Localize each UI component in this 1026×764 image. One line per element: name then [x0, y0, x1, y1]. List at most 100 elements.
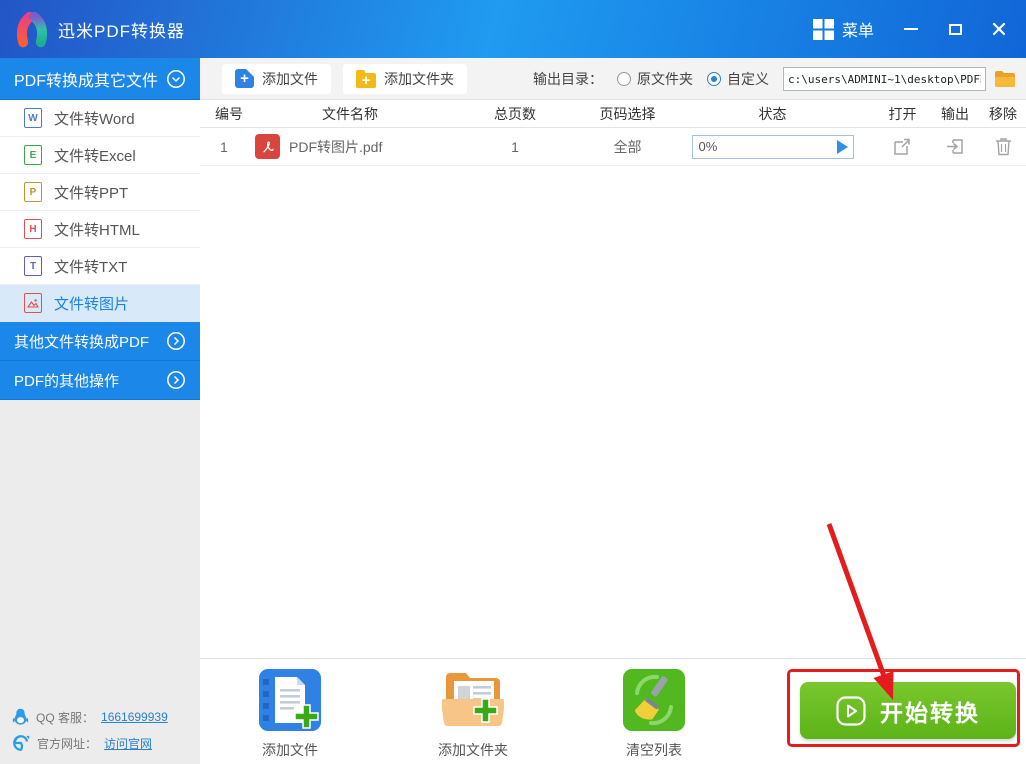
- col-remove: 移除: [989, 105, 1017, 122]
- clear-list-label: 清空列表: [626, 742, 682, 758]
- minimize-icon: [904, 28, 918, 30]
- col-status: 状态: [758, 105, 787, 122]
- sidebar-item-label: 文件转PPT: [54, 184, 129, 202]
- qq-icon: [12, 708, 29, 725]
- sidebar-item-label: 文件转Excel: [54, 147, 136, 165]
- sidebar-item-image[interactable]: 文件转图片: [0, 285, 200, 322]
- maximize-button[interactable]: [946, 20, 964, 38]
- trash-icon: [995, 138, 1011, 156]
- progress-bar: 0%: [691, 134, 854, 159]
- grid-menu-icon: [812, 18, 834, 40]
- export-arrow-icon: [946, 139, 963, 154]
- official-site-label: 官方网址：: [37, 736, 98, 751]
- close-button[interactable]: [990, 20, 1008, 38]
- ppt-file-icon: P: [24, 182, 42, 202]
- play-icon: [836, 695, 866, 726]
- chevron-down-icon: [167, 69, 185, 88]
- radio-custom-icon: [707, 71, 721, 86]
- image-file-icon: [24, 293, 42, 313]
- col-page-select: 页码选择: [599, 105, 656, 122]
- sidebar-section-label: PDF的其他操作: [14, 372, 120, 390]
- sidebar-item-label: 文件转TXT: [54, 258, 128, 276]
- sidebar-contact: QQ 客服： 1661699939 官方网址： 访问官网: [12, 700, 168, 752]
- clear-list-button[interactable]: 清空列表: [599, 669, 709, 760]
- col-pages: 总页数: [494, 105, 536, 122]
- add-file-label: 添加文件: [262, 70, 318, 87]
- sidebar-header-pdf-to-other[interactable]: PDF转换成其它文件: [0, 58, 200, 100]
- output-path-input[interactable]: [783, 66, 986, 91]
- open-external-icon: [894, 138, 910, 155]
- main-panel: + 添加文件 + 添加文件夹 输出目录： 原文件夹 自定义 c:\users\A…: [200, 58, 1026, 764]
- bottom-add-folder-button[interactable]: 添加文件夹: [418, 669, 528, 760]
- add-file-button[interactable]: + 添加文件: [222, 63, 331, 94]
- txt-file-icon: T: [24, 256, 42, 276]
- start-convert-label: 开始转换: [880, 699, 980, 726]
- row-page-select: 全部: [613, 138, 642, 155]
- col-filename: 文件名称: [322, 105, 378, 122]
- bottom-bar: 添加文件 添加文件夹 清空列表 开始转换: [200, 658, 1026, 764]
- add-folder-icon: +: [356, 69, 376, 88]
- app-window: 迅米PDF转换器 菜单 PDF转换成其它文件 W 文件转Word E 文件转Ex…: [0, 0, 1026, 764]
- sidebar-item-label: 文件转图片: [54, 295, 130, 313]
- open-file-button[interactable]: [875, 137, 930, 156]
- pdf-file-icon: [255, 134, 280, 159]
- folder-icon: [995, 70, 1015, 87]
- row-start-icon[interactable]: [836, 139, 848, 154]
- sidebar-item-label: 文件转HTML: [54, 221, 140, 239]
- menu-label: 菜单: [841, 23, 874, 40]
- qq-support-row: QQ 客服： 1661699939: [12, 708, 168, 726]
- visit-site-link[interactable]: 访问官网: [104, 735, 152, 752]
- clear-list-big-icon: [623, 669, 685, 731]
- close-icon: [992, 22, 1006, 36]
- radio-original-folder[interactable]: 原文件夹: [617, 69, 693, 89]
- window-controls: [902, 20, 1008, 38]
- qq-number-link[interactable]: 1661699939: [101, 710, 168, 724]
- sidebar-item-word[interactable]: W 文件转Word: [0, 100, 200, 137]
- sidebar-item-html[interactable]: H 文件转HTML: [0, 211, 200, 248]
- row-filename: PDF转图片.pdf: [289, 138, 383, 155]
- add-folder-big-icon: [441, 673, 505, 727]
- sidebar-section-pdf-other-ops[interactable]: PDF的其他操作: [0, 361, 200, 400]
- chevron-right-icon: [167, 332, 185, 350]
- toolbar: + 添加文件 + 添加文件夹 输出目录： 原文件夹 自定义: [200, 58, 1026, 100]
- sidebar-section-label: 其他文件转换成PDF: [14, 333, 150, 351]
- add-folder-button[interactable]: + 添加文件夹: [343, 63, 467, 94]
- menu-button[interactable]: 菜单: [812, 17, 874, 41]
- sidebar-item-excel[interactable]: E 文件转Excel: [0, 137, 200, 174]
- minimize-button[interactable]: [902, 20, 920, 38]
- row-status-cell: 0%: [670, 134, 875, 159]
- sidebar: PDF转换成其它文件 W 文件转Word E 文件转Excel P 文件转PPT…: [0, 58, 200, 764]
- chevron-right-icon: [167, 371, 185, 389]
- progress-text: 0%: [698, 139, 718, 154]
- sidebar-header-label: PDF转换成其它文件: [14, 72, 159, 90]
- col-output: 输出: [941, 105, 969, 122]
- excel-file-icon: E: [24, 145, 42, 165]
- bottom-add-file-label: 添加文件: [262, 742, 318, 758]
- radio-original-label: 原文件夹: [637, 70, 693, 87]
- app-logo-icon: [16, 11, 48, 48]
- sidebar-item-ppt[interactable]: P 文件转PPT: [0, 174, 200, 211]
- table-row: 1 PDF转图片.pdf 1 全部 0%: [200, 128, 1026, 166]
- browser-e-icon: [13, 735, 30, 751]
- open-output-button[interactable]: [930, 137, 980, 156]
- row-file-cell: PDF转图片.pdf: [255, 134, 445, 159]
- html-file-icon: H: [24, 219, 42, 239]
- start-convert-button[interactable]: 开始转换: [800, 682, 1016, 739]
- radio-original-icon: [617, 71, 631, 86]
- word-file-icon: W: [24, 108, 42, 128]
- remove-file-button[interactable]: [980, 137, 1026, 156]
- bottom-add-folder-label: 添加文件夹: [438, 742, 508, 758]
- sidebar-item-label: 文件转Word: [54, 110, 135, 128]
- row-pages: 1: [511, 138, 519, 155]
- output-dir-label: 输出目录：: [533, 70, 603, 87]
- add-folder-label: 添加文件夹: [384, 70, 454, 87]
- browse-folder-button[interactable]: [994, 70, 1016, 88]
- row-index: 1: [220, 138, 228, 155]
- radio-custom-folder[interactable]: 自定义: [707, 69, 769, 89]
- bottom-add-file-button[interactable]: 添加文件: [235, 669, 345, 760]
- sidebar-section-other-to-pdf[interactable]: 其他文件转换成PDF: [0, 322, 200, 361]
- col-index: 编号: [215, 105, 243, 122]
- sidebar-item-txt[interactable]: T 文件转TXT: [0, 248, 200, 285]
- col-open: 打开: [888, 105, 917, 122]
- app-title: 迅米PDF转换器: [58, 21, 185, 41]
